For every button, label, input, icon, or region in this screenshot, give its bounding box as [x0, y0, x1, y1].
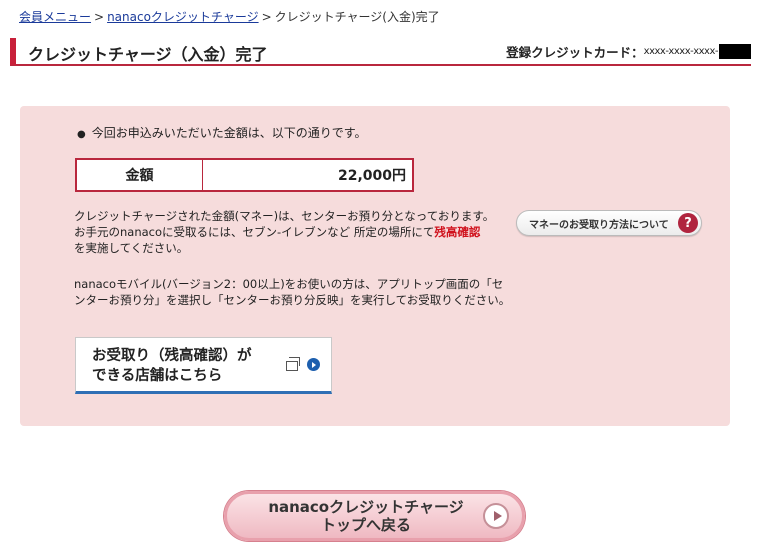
breadcrumb-nanaco-charge-link[interactable]: nanacoクレジットチャージ [107, 10, 259, 24]
new-window-icon [286, 357, 300, 371]
back-to-top-button[interactable]: nanacoクレジットチャージ トップへ戻る [224, 491, 525, 541]
breadcrumb-current: クレジットチャージ(入金)完了 [274, 10, 440, 24]
notice-text: ● 今回お申込みいただいた金額は、以下の通りです。 [77, 124, 367, 141]
info-line: を実施してください。 [74, 241, 189, 255]
breadcrumb-separator: > [261, 10, 272, 24]
arrow-right-icon [307, 358, 320, 371]
store-button-label: お受取り（残高確認）が できる店舗はこちら [92, 346, 252, 386]
registered-card-info: 登録クレジットカード： xxxx-xxxx-xxxx- [506, 42, 751, 61]
info-line: お手元のnanacoに受取るには、セブン-イレブンなど 所定の場所にて残高確認 [74, 224, 494, 240]
page-title: クレジットチャージ（入金）完了 [28, 45, 268, 64]
store-button-line: お受取り（残高確認）が [92, 348, 252, 364]
page-header: クレジットチャージ（入金）完了 登録クレジットカード： xxxx-xxxx-xx… [10, 38, 751, 66]
breadcrumb-member-menu-link[interactable]: 会員メニュー [19, 10, 91, 24]
info-line: クレジットチャージされた金額(マネー)は、センターお預り分となっております。 [74, 209, 495, 223]
info-line: nanacoモバイル(バージョン2：00以上)をお使いの方は、アプリトップ画面の… [74, 277, 504, 291]
balance-check-highlight: 残高確認 [434, 225, 481, 239]
notice-text-content: 今回お申込みいただいた金額は、以下の通りです。 [91, 126, 367, 140]
money-receive-help-button[interactable]: マネーのお受取り方法について ? [516, 210, 702, 236]
help-button-label: マネーのお受取り方法について [529, 219, 669, 231]
header-accent-bar [10, 38, 16, 65]
amount-label: 金額 [77, 160, 203, 190]
store-locator-button[interactable]: お受取り（残高確認）が できる店舗はこちら [75, 337, 332, 394]
bullet-icon: ● [77, 129, 86, 140]
info-line: ンターお預り分」を選択し「センターお預り分反映」を実行してお受取りください。 [74, 293, 511, 307]
breadcrumb-separator: > [94, 10, 105, 24]
card-label: 登録クレジットカード： [506, 45, 644, 60]
play-arrow-icon [483, 503, 509, 529]
center-deposit-info: クレジットチャージされた金額(マネー)は、センターお預り分となっております。 お… [74, 208, 494, 256]
store-button-line: できる店舗はこちら [92, 368, 223, 384]
breadcrumb: 会員メニュー > nanacoクレジットチャージ > クレジットチャージ(入金)完了 [19, 8, 440, 25]
top-button-label: nanacoクレジットチャージ トップへ戻る [261, 498, 471, 534]
card-number-masked: xxxx-xxxx-xxxx- [643, 46, 719, 57]
amount-value: 22,000円 [337, 168, 406, 184]
card-number-redacted [719, 44, 751, 59]
info-text: お手元のnanacoに受取るには、セブン-イレブンなど 所定の場所にて [74, 225, 435, 239]
top-button-line: トップへ戻る [320, 516, 411, 534]
mobile-info: nanacoモバイル(バージョン2：00以上)をお使いの方は、アプリトップ画面の… [74, 276, 510, 308]
question-icon: ? [678, 213, 698, 233]
result-panel: ● 今回お申込みいただいた金額は、以下の通りです。 金額 22,000円 クレジッ… [20, 106, 730, 426]
amount-table: 金額 22,000円 [75, 158, 414, 192]
top-button-line: nanacoクレジットチャージ [268, 498, 464, 516]
